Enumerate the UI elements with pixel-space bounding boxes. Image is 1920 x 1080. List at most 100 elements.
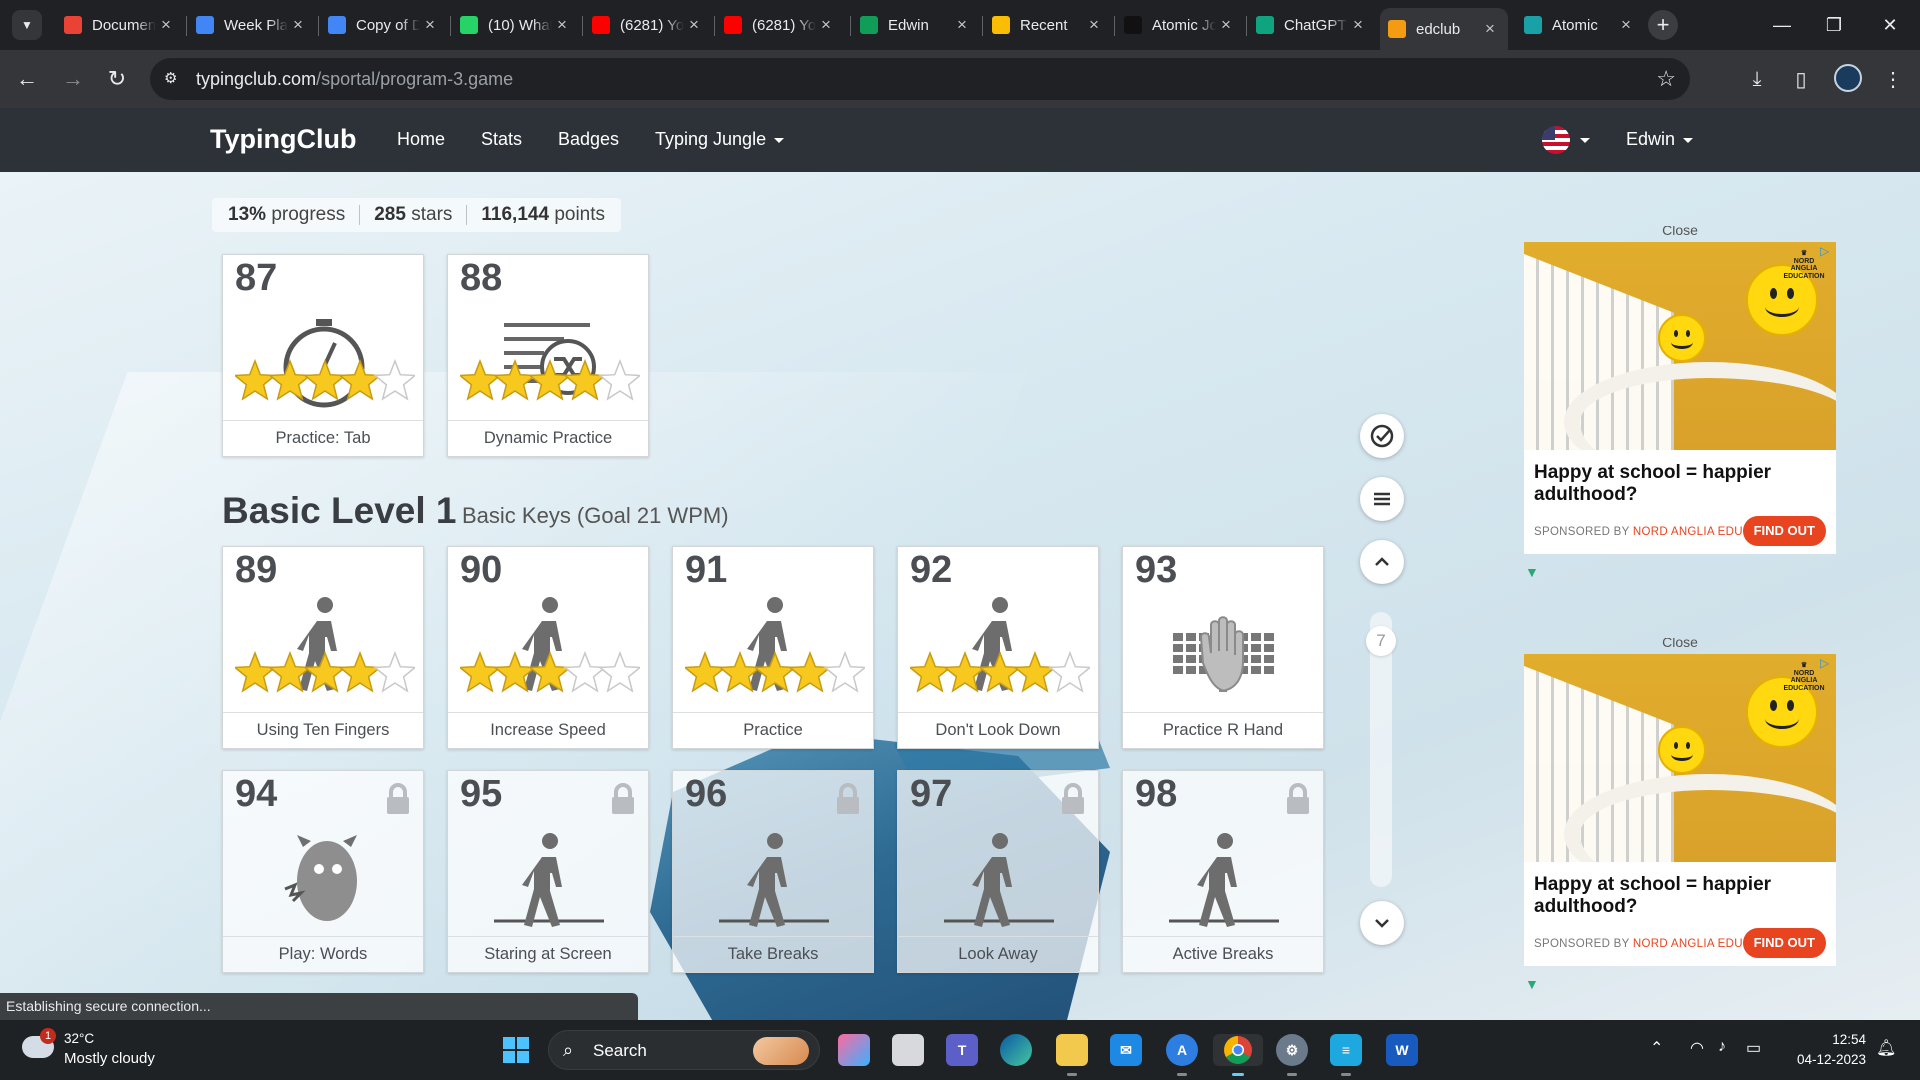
browser-tab[interactable]: Atomic × bbox=[1516, 8, 1644, 42]
browser-tab[interactable]: (10) WhatsApp× bbox=[452, 8, 580, 42]
adchoices-icon[interactable]: ▷ bbox=[1820, 244, 1834, 258]
nav-badges[interactable]: Badges bbox=[558, 129, 619, 150]
app-store-icon[interactable]: A bbox=[1166, 1034, 1198, 1076]
lesson-card[interactable]: 90 Increase Speed bbox=[447, 546, 649, 749]
level-scroll-thumb[interactable]: 7 bbox=[1366, 626, 1396, 656]
chrome-icon[interactable] bbox=[1213, 1034, 1263, 1076]
lesson-card[interactable]: 91 Practice bbox=[672, 546, 874, 749]
nav-stats[interactable]: Stats bbox=[481, 129, 522, 150]
close-tab-icon[interactable]: × bbox=[952, 15, 972, 35]
word-icon[interactable]: W bbox=[1386, 1034, 1418, 1066]
close-tab-icon[interactable]: × bbox=[156, 15, 176, 35]
lesson-card[interactable]: 87 Practice: Tab bbox=[222, 254, 424, 457]
settings-icon[interactable]: ⚙ bbox=[1276, 1034, 1308, 1076]
browser-tab[interactable]: Documents× bbox=[56, 8, 184, 42]
forward-button[interactable]: → bbox=[58, 64, 88, 94]
ad-headline[interactable]: Happy at school = happier adulthood? bbox=[1534, 462, 1836, 506]
ad-feedback-icon[interactable]: ▼ bbox=[1525, 564, 1539, 580]
menu-button[interactable] bbox=[1360, 477, 1404, 521]
lesson-card[interactable]: 98 Active Breaks bbox=[1122, 770, 1324, 973]
reload-button[interactable]: ↻ bbox=[102, 64, 132, 94]
kebab-menu-icon[interactable]: ⋮ bbox=[1878, 64, 1908, 94]
download-icon[interactable]: ⤓ bbox=[1742, 64, 1772, 94]
find-out-button[interactable]: FIND OUT bbox=[1742, 516, 1826, 546]
tray-overflow-icon[interactable]: ⌃ bbox=[1650, 1038, 1663, 1058]
taskbar-search[interactable]: ⌕ Search bbox=[548, 1030, 820, 1070]
new-tab-button[interactable]: + bbox=[1648, 10, 1678, 40]
battery-icon[interactable]: ▭ bbox=[1746, 1038, 1761, 1058]
nav-typing-jungle[interactable]: Typing Jungle bbox=[655, 129, 785, 150]
close-window-button[interactable]: ✕ bbox=[1860, 8, 1920, 42]
browser-tab[interactable]: Week Plan× bbox=[188, 8, 316, 42]
ad-feedback-icon[interactable]: ▼ bbox=[1525, 976, 1539, 992]
restore-button[interactable]: ❐ bbox=[1804, 8, 1864, 42]
lesson-card[interactable]: 88 Dynamic Practice bbox=[447, 254, 649, 457]
nav-home[interactable]: Home bbox=[397, 129, 445, 150]
ad-headline[interactable]: Happy at school = happier adulthood? bbox=[1534, 874, 1836, 918]
browser-tab[interactable]: edclub × bbox=[1380, 8, 1508, 50]
ad-close-link[interactable]: Close bbox=[1524, 638, 1836, 650]
caret-down-icon bbox=[774, 137, 785, 143]
browser-tab[interactable]: Edwin × bbox=[852, 8, 980, 42]
mail-icon[interactable]: ✉ bbox=[1110, 1034, 1142, 1066]
lesson-card[interactable]: 89 Using Ten Fingers bbox=[222, 546, 424, 749]
copilot-icon[interactable] bbox=[838, 1034, 870, 1066]
minimize-button[interactable]: — bbox=[1752, 8, 1812, 42]
ad-image[interactable]: ♛ NORD ANGLIA EDUCATION ▷ bbox=[1524, 242, 1836, 450]
tab-search-button[interactable]: ▼ bbox=[12, 10, 42, 40]
find-out-button[interactable]: FIND OUT bbox=[1742, 928, 1826, 958]
site-logo[interactable]: TypingClub bbox=[210, 124, 356, 155]
site-info-icon[interactable]: ⚙ bbox=[164, 69, 184, 89]
profile-avatar[interactable] bbox=[1834, 64, 1862, 92]
edge-icon[interactable] bbox=[1000, 1034, 1032, 1066]
browser-tab[interactable]: ChatGPT × bbox=[1248, 8, 1376, 42]
close-tab-icon[interactable]: × bbox=[420, 15, 440, 35]
close-tab-icon[interactable]: × bbox=[816, 15, 836, 35]
browser-tab[interactable]: Copy of Doc× bbox=[320, 8, 448, 42]
side-panel-icon[interactable]: ▯ bbox=[1786, 64, 1816, 94]
close-tab-icon[interactable]: × bbox=[288, 15, 308, 35]
address-bar[interactable]: ⚙ typingclub.com/sportal/program-3.game … bbox=[150, 58, 1690, 100]
close-tab-icon[interactable]: × bbox=[1216, 15, 1236, 35]
close-tab-icon[interactable]: × bbox=[1084, 15, 1104, 35]
sponsored-ad[interactable]: Close ♛ NORD ANGLIA EDUCATION ▷ Happy at sch… bbox=[1524, 638, 1836, 966]
completed-filter-button[interactable] bbox=[1360, 414, 1404, 458]
wifi-icon[interactable]: ◠ bbox=[1690, 1038, 1704, 1058]
close-tab-icon[interactable]: × bbox=[684, 15, 704, 35]
scroll-up-button[interactable] bbox=[1360, 540, 1404, 584]
ad-image[interactable]: ♛ NORD ANGLIA EDUCATION ▷ bbox=[1524, 654, 1836, 862]
close-tab-icon[interactable]: × bbox=[552, 15, 572, 35]
back-button[interactable]: ← bbox=[12, 64, 42, 94]
volume-icon[interactable]: ♪ bbox=[1718, 1038, 1726, 1056]
notification-bell-icon[interactable]: 🔔︎ bbox=[1876, 1038, 1896, 1058]
task-view-icon[interactable] bbox=[892, 1034, 924, 1066]
star-icon bbox=[235, 650, 277, 693]
lesson-card[interactable]: 96 Take Breaks bbox=[672, 770, 874, 973]
lesson-card[interactable]: 92 Don't Look Down bbox=[897, 546, 1099, 749]
file-explorer-icon[interactable] bbox=[1056, 1034, 1088, 1076]
lesson-card[interactable]: 97 Look Away bbox=[897, 770, 1099, 973]
start-button[interactable] bbox=[500, 1034, 532, 1066]
scroll-down-button[interactable] bbox=[1360, 901, 1404, 945]
user-menu[interactable]: Edwin bbox=[1626, 129, 1694, 150]
lesson-card[interactable]: 93 Practice R Hand bbox=[1122, 546, 1324, 749]
browser-tab[interactable]: (6281) YouTube× bbox=[716, 8, 844, 42]
close-tab-icon[interactable]: × bbox=[1480, 19, 1500, 39]
teams-icon[interactable]: T bbox=[946, 1034, 978, 1066]
language-flag-icon[interactable] bbox=[1542, 126, 1570, 154]
adchoices-icon[interactable]: ▷ bbox=[1820, 656, 1834, 670]
language-caret-icon[interactable] bbox=[1580, 138, 1590, 143]
browser-tab[interactable]: Atomic Jobs× bbox=[1116, 8, 1244, 42]
close-tab-icon[interactable]: × bbox=[1348, 15, 1368, 35]
browser-tab[interactable]: Recent × bbox=[984, 8, 1112, 42]
browser-tab[interactable]: (6281) YouTube× bbox=[584, 8, 712, 42]
url-text[interactable]: typingclub.com/sportal/program-3.game bbox=[196, 69, 513, 90]
bookmark-star-icon[interactable]: ☆ bbox=[1656, 66, 1676, 92]
notepad-icon[interactable]: ≡ bbox=[1330, 1034, 1362, 1076]
close-tab-icon[interactable]: × bbox=[1616, 15, 1636, 35]
taskbar-clock[interactable]: 12:54 04-12-2023 bbox=[1786, 1030, 1866, 1070]
lesson-card[interactable]: 94 Play: Words bbox=[222, 770, 424, 973]
lesson-card[interactable]: 95 Staring at Screen bbox=[447, 770, 649, 973]
ad-close-link[interactable]: Close bbox=[1524, 226, 1836, 238]
sponsored-ad[interactable]: Close ♛ NORD ANGLIA EDUCATION ▷ Happy at sch… bbox=[1524, 226, 1836, 554]
